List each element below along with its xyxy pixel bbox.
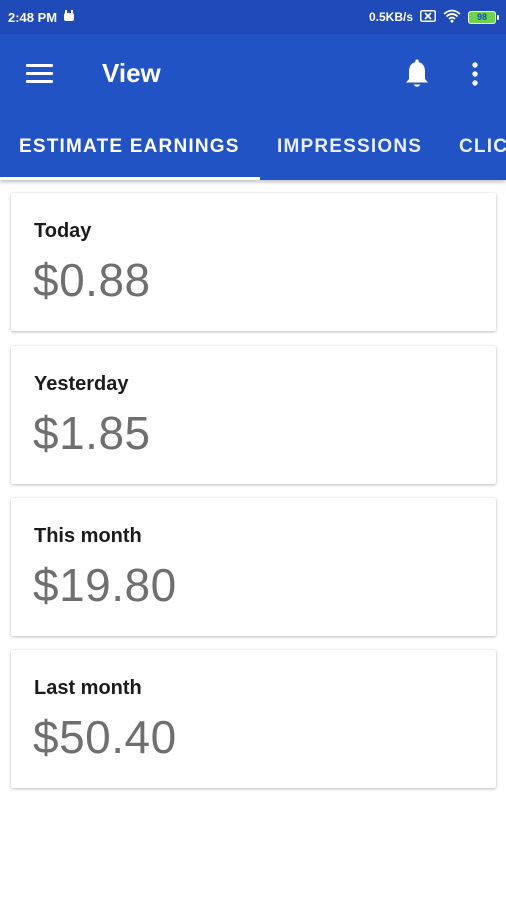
tab-indicator (0, 177, 260, 180)
page-title: View (102, 58, 161, 88)
sim-x-icon (420, 9, 436, 25)
status-bar: 2:48 PM 0.5KB/s 98 (0, 0, 506, 34)
earnings-card-today[interactable]: Today $0.88 (11, 193, 496, 331)
earnings-card-yesterday[interactable]: Yesterday $1.85 (11, 346, 496, 484)
network-speed: 0.5KB/s (368, 10, 413, 24)
earnings-card-this-month[interactable]: This month $19.80 (11, 498, 496, 636)
card-value: $1.85 (33, 407, 151, 459)
tab-clicks[interactable]: CLICKS (459, 136, 506, 158)
wifi-icon (443, 9, 461, 26)
card-value: $0.88 (33, 254, 151, 306)
card-value: $19.80 (33, 559, 177, 611)
app-bar: View ESTIMATE EARNINGS IMPRESSIONS CLICK… (0, 34, 506, 180)
earnings-card-last-month[interactable]: Last month $50.40 (11, 650, 496, 788)
battery-icon: 98 (468, 10, 499, 24)
card-label: Last month (34, 677, 142, 699)
android-icon (63, 9, 75, 25)
card-label: Today (34, 220, 92, 242)
tab-impressions[interactable]: IMPRESSIONS (277, 136, 422, 158)
card-value: $50.40 (33, 711, 177, 763)
tab-estimate-earnings[interactable]: ESTIMATE EARNINGS (19, 136, 240, 158)
bell-icon[interactable] (402, 58, 432, 90)
hamburger-menu-icon[interactable] (26, 61, 54, 87)
status-time: 2:48 PM (8, 9, 58, 25)
more-vert-icon[interactable] (464, 60, 486, 90)
card-label: Yesterday (34, 373, 129, 395)
card-label: This month (34, 525, 142, 547)
tab-bar: ESTIMATE EARNINGS IMPRESSIONS CLICKS (0, 114, 506, 180)
toolbar: View (0, 34, 506, 114)
battery-level: 98 (476, 12, 487, 22)
